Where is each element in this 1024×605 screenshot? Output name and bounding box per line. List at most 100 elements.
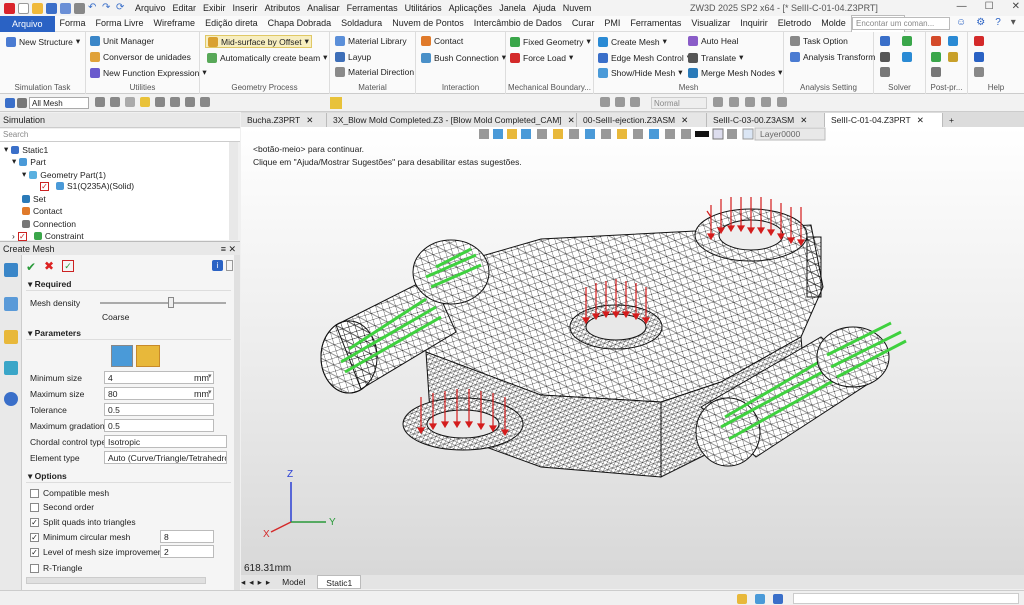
run-icon[interactable]	[902, 52, 912, 62]
help-circle-icon[interactable]	[974, 52, 984, 62]
smile-icon[interactable]: ☺	[956, 17, 966, 28]
menu-item[interactable]: Arquivo	[135, 3, 166, 13]
doc-tab-active[interactable]: SelII-C-01-04.Z3PRT ✕	[825, 113, 943, 127]
vp-tool-icon[interactable]	[712, 128, 724, 140]
image-tool-icon[interactable]	[4, 361, 18, 375]
new-file-icon[interactable]	[18, 2, 29, 14]
shade-icon[interactable]	[729, 97, 739, 107]
filter-icon[interactable]	[17, 98, 27, 108]
min-spin-icon[interactable]: ▾	[208, 372, 212, 380]
save-all-icon[interactable]	[60, 2, 71, 14]
tree-search-input[interactable]: Search	[0, 129, 240, 142]
tet-mesh-icon[interactable]	[111, 345, 133, 367]
doc-tab[interactable]: 3X_Blow Mold Completed.Z3 - [Blow Mold C…	[327, 113, 577, 127]
help-icon[interactable]: ?	[995, 17, 1001, 28]
ribbon-tab[interactable]: Inquirir	[735, 15, 773, 32]
checkbox-icon[interactable]	[30, 488, 39, 498]
close-panel-icon[interactable]: ✕	[228, 244, 236, 255]
nav-first-icon[interactable]: ◂	[241, 577, 245, 588]
checkbox-icon[interactable]: ✓	[40, 181, 49, 191]
menu-item[interactable]: Janela	[499, 3, 526, 13]
lock-icon[interactable]	[185, 97, 195, 107]
required-section[interactable]: ▾ Required	[26, 277, 231, 291]
vp-tool-icon[interactable]	[695, 131, 709, 137]
hex-mesh-icon[interactable]	[136, 345, 160, 367]
ribbon-tab[interactable]: Soldadura	[336, 15, 387, 32]
ribbon-tab[interactable]: Forma Livre	[91, 15, 149, 32]
vp-tool-icon[interactable]	[601, 129, 611, 139]
panel-scrollbar[interactable]	[234, 255, 240, 590]
menu-item[interactable]: Inserir	[233, 3, 258, 13]
tree-tool-icon[interactable]	[4, 297, 18, 311]
unit-converter-button[interactable]: Conversor de unidades	[90, 52, 191, 62]
level-improvement-input[interactable]: 2	[160, 545, 214, 558]
solver-settings-icon[interactable]	[880, 67, 890, 77]
vp-tool-icon[interactable]	[479, 129, 489, 139]
density-slider-handle[interactable]	[168, 297, 174, 308]
face-pick-icon[interactable]	[125, 97, 135, 107]
save-icon[interactable]	[46, 2, 57, 14]
guide-icon[interactable]	[974, 67, 984, 77]
vp-tool-icon[interactable]	[617, 129, 627, 139]
close-icon[interactable]: ✕	[1012, 1, 1020, 12]
ribbon-tab[interactable]: Eletrodo	[773, 15, 817, 32]
tree-item-constraint[interactable]: › ✓ Constraint	[12, 231, 84, 241]
ribbon-tab[interactable]: Forma	[55, 15, 91, 32]
options-section[interactable]: ▾ Options	[26, 469, 231, 483]
tool-icon[interactable]	[974, 36, 984, 46]
min-circular-option[interactable]: ✓ Minimum circular mesh	[30, 532, 130, 542]
result-icon[interactable]	[931, 36, 941, 46]
minimize-icon[interactable]: —	[957, 1, 967, 12]
status-icon[interactable]	[737, 594, 747, 604]
menu-icon[interactable]: ≡	[221, 244, 226, 254]
ribbon-tab[interactable]: PMI	[599, 15, 625, 32]
tree-item-part[interactable]: ▾ Part	[12, 156, 46, 167]
ribbon-tab[interactable]: Visualizar	[686, 15, 735, 32]
tree-item-contact[interactable]: Contact	[22, 206, 62, 216]
vp-tool-icon[interactable]	[493, 129, 503, 139]
vp-tool-icon[interactable]	[681, 129, 691, 139]
vp-tool-icon[interactable]	[649, 129, 659, 139]
tree-item-geometry-part[interactable]: ▾ Geometry Part(1)	[22, 169, 106, 180]
layup-button[interactable]: Layup	[335, 52, 371, 62]
curve-pick-icon[interactable]	[110, 97, 120, 107]
checkbox-icon[interactable]	[30, 563, 39, 573]
command-search-input[interactable]: Encontar um coman...	[852, 17, 950, 30]
probe-icon[interactable]	[931, 67, 941, 77]
mesh-tool-icon[interactable]	[4, 263, 18, 277]
close-tab-icon[interactable]: ✕	[800, 113, 807, 127]
add-tab-button[interactable]: +	[943, 113, 963, 127]
ribbon-tab[interactable]: Intercâmbio de Dados	[469, 15, 567, 32]
ribbon-tab[interactable]: Wireframe	[149, 15, 201, 32]
close-tab-icon[interactable]: ✕	[917, 113, 924, 127]
chordal-select[interactable]: Isotropic	[104, 435, 227, 448]
new-structure-button[interactable]: New Structure ▾	[6, 36, 80, 47]
collapse-icon[interactable]: ▾	[1011, 17, 1016, 28]
vp-tool-icon[interactable]	[553, 129, 563, 139]
doc-tab[interactable]: SelII-C-03-00.Z3ASM ✕	[707, 113, 825, 127]
ribbon-tab[interactable]: Edição direta	[200, 15, 263, 32]
zoom-icon[interactable]	[777, 97, 787, 107]
cancel-icon[interactable]: ✖	[44, 259, 54, 273]
undo-icon[interactable]: ↶	[88, 2, 99, 14]
show-hide-mesh-button[interactable]: Show/Hide Mesh ▾	[598, 67, 683, 78]
open-folder-icon[interactable]	[32, 2, 43, 14]
snap-icon[interactable]	[155, 97, 165, 107]
grid-icon[interactable]	[170, 97, 180, 107]
measure-icon[interactable]	[200, 97, 210, 107]
r-triangle-option[interactable]: R-Triangle	[30, 563, 82, 573]
parameters-section[interactable]: ▾ Parameters	[26, 326, 231, 340]
tree-item-connection[interactable]: Connection	[22, 219, 76, 229]
section-icon[interactable]	[761, 97, 771, 107]
view-iso-icon[interactable]	[630, 97, 640, 107]
print-icon[interactable]	[74, 2, 85, 14]
menu-item[interactable]: Editar	[173, 3, 197, 13]
report-icon[interactable]	[948, 52, 958, 62]
status-icon[interactable]	[773, 594, 783, 604]
tree-item-set[interactable]: Set	[22, 194, 46, 204]
monitor-icon[interactable]	[880, 52, 890, 62]
vp-tool-icon[interactable]	[507, 129, 517, 139]
ok-icon[interactable]: ✔	[26, 260, 36, 274]
regen-icon[interactable]: ⟳	[116, 2, 127, 14]
view-front-icon[interactable]	[600, 97, 610, 107]
